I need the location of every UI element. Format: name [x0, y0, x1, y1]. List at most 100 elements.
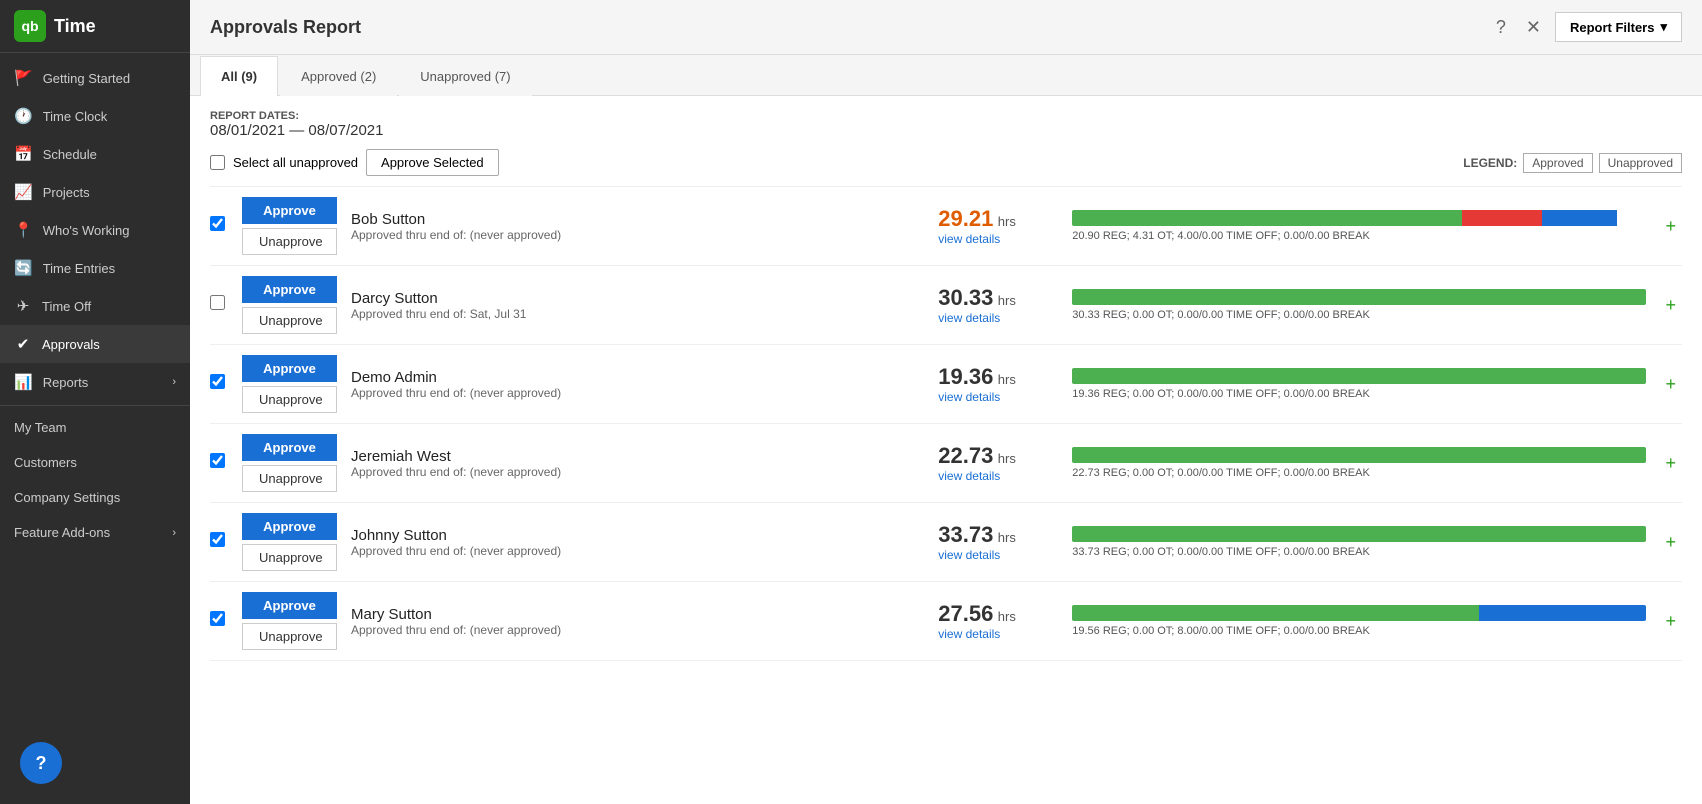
bar-chart-5 [1072, 605, 1645, 621]
select-all-label: Select all unapproved [233, 155, 358, 170]
tab-approved[interactable]: Approved (2) [280, 56, 397, 96]
unapprove-button-3[interactable]: Unapprove [242, 465, 337, 492]
expand-button-5[interactable]: + [1660, 611, 1683, 632]
unapprove-button-0[interactable]: Unapprove [242, 228, 337, 255]
expand-button-0[interactable]: + [1660, 216, 1683, 237]
employee-info-0: Bob Sutton Approved thru end of: (never … [351, 211, 924, 242]
employee-row: Approve Unapprove Darcy Sutton Approved … [210, 265, 1682, 344]
expand-button-3[interactable]: + [1660, 453, 1683, 474]
bar-chart-0 [1072, 210, 1645, 226]
view-details-link-4[interactable]: view details [938, 548, 1058, 562]
view-details-link-0[interactable]: view details [938, 232, 1058, 246]
approve-button-5[interactable]: Approve [242, 592, 337, 619]
approve-button-3[interactable]: Approve [242, 434, 337, 461]
employee-approved-thru-0: Approved thru end of: (never approved) [351, 228, 924, 242]
approve-button-2[interactable]: Approve [242, 355, 337, 382]
hours-unit-5: hrs [998, 609, 1016, 624]
expand-button-2[interactable]: + [1660, 374, 1683, 395]
bar-section-5: 19.56 REG; 0.00 OT; 8.00/0.00 TIME OFF; … [1072, 605, 1645, 637]
sidebar-label-time-clock: Time Clock [43, 109, 108, 124]
employee-name-1: Darcy Sutton [351, 290, 924, 307]
close-button[interactable]: ✕ [1520, 15, 1547, 40]
select-left: Select all unapproved Approve Selected [210, 149, 499, 176]
hours-section-2: 19.36 hrs view details [938, 364, 1058, 404]
sidebar-item-my-team[interactable]: My Team [0, 410, 190, 445]
tab-all[interactable]: All (9) [200, 56, 278, 96]
sidebar-item-whos-working[interactable]: 📍 Who's Working [0, 211, 190, 249]
view-details-link-1[interactable]: view details [938, 311, 1058, 325]
employee-name-3: Jeremiah West [351, 448, 924, 465]
expand-button-1[interactable]: + [1660, 295, 1683, 316]
app-logo[interactable]: qb Time [0, 0, 190, 53]
employee-row: Approve Unapprove Demo Admin Approved th… [210, 344, 1682, 423]
sidebar-item-company-settings[interactable]: Company Settings [0, 480, 190, 515]
select-bar: Select all unapproved Approve Selected L… [210, 149, 1682, 176]
sidebar-item-approvals[interactable]: ✔ Approvals [0, 325, 190, 363]
sidebar-item-time-off[interactable]: ✈ Time Off [0, 287, 190, 325]
view-details-link-3[interactable]: view details [938, 469, 1058, 483]
employee-row: Approve Unapprove Mary Sutton Approved t… [210, 581, 1682, 661]
employee-row: Approve Unapprove Jeremiah West Approved… [210, 423, 1682, 502]
sidebar-item-schedule[interactable]: 📅 Schedule [0, 135, 190, 173]
expand-button-4[interactable]: + [1660, 532, 1683, 553]
bar-detail-2: 19.36 REG; 0.00 OT; 0.00/0.00 TIME OFF; … [1072, 388, 1645, 400]
row-checkbox-5[interactable] [210, 611, 228, 631]
row-checkbox-2[interactable] [210, 374, 228, 394]
unapprove-button-1[interactable]: Unapprove [242, 307, 337, 334]
sidebar-item-time-clock[interactable]: 🕐 Time Clock [0, 97, 190, 135]
sidebar-item-customers[interactable]: Customers [0, 445, 190, 480]
sidebar-item-feature-addons[interactable]: Feature Add-ons › [0, 515, 190, 550]
help-button[interactable]: ? [20, 742, 62, 784]
checkbox-5[interactable] [210, 611, 225, 626]
hours-unit-0: hrs [998, 214, 1016, 229]
select-all-checkbox[interactable] [210, 155, 225, 170]
sidebar-item-projects[interactable]: 📈 Projects [0, 173, 190, 211]
hours-section-4: 33.73 hrs view details [938, 522, 1058, 562]
unapprove-button-4[interactable]: Unapprove [242, 544, 337, 571]
sidebar-item-time-entries[interactable]: 🔄 Time Entries [0, 249, 190, 287]
checkbox-0[interactable] [210, 216, 225, 231]
tab-unapproved[interactable]: Unapproved (7) [399, 56, 531, 96]
bar-chart-3 [1072, 447, 1645, 463]
hours-value-0: 29.21 [938, 206, 993, 231]
sidebar-label-reports: Reports [43, 375, 89, 390]
view-details-link-2[interactable]: view details [938, 390, 1058, 404]
employee-approved-thru-4: Approved thru end of: (never approved) [351, 544, 924, 558]
row-actions-5: Approve Unapprove [242, 592, 337, 650]
checkbox-2[interactable] [210, 374, 225, 389]
hours-section-5: 27.56 hrs view details [938, 601, 1058, 641]
checkbox-1[interactable] [210, 295, 225, 310]
hours-value-1: 30.33 [938, 285, 993, 310]
bar-section-2: 19.36 REG; 0.00 OT; 0.00/0.00 TIME OFF; … [1072, 368, 1645, 400]
employee-info-5: Mary Sutton Approved thru end of: (never… [351, 606, 924, 637]
approve-button-0[interactable]: Approve [242, 197, 337, 224]
employee-approved-thru-2: Approved thru end of: (never approved) [351, 386, 924, 400]
sidebar-item-getting-started[interactable]: 🚩 Getting Started [0, 59, 190, 97]
report-filters-button[interactable]: Report Filters ▾ [1555, 12, 1682, 42]
hours-section-1: 30.33 hrs view details [938, 285, 1058, 325]
bar-detail-5: 19.56 REG; 0.00 OT; 8.00/0.00 TIME OFF; … [1072, 625, 1645, 637]
approve-button-4[interactable]: Approve [242, 513, 337, 540]
view-details-link-5[interactable]: view details [938, 627, 1058, 641]
row-checkbox-0[interactable] [210, 216, 228, 236]
sidebar-item-reports[interactable]: 📊 Reports › [0, 363, 190, 401]
unapprove-button-2[interactable]: Unapprove [242, 386, 337, 413]
report-dates-value: 08/01/2021 — 08/07/2021 [210, 122, 1682, 139]
employee-name-2: Demo Admin [351, 369, 924, 386]
checkbox-4[interactable] [210, 532, 225, 547]
approve-selected-button[interactable]: Approve Selected [366, 149, 499, 176]
arrow-icon: › [172, 527, 176, 539]
employee-name-0: Bob Sutton [351, 211, 924, 228]
row-checkbox-1[interactable] [210, 295, 228, 315]
bar-section-1: 30.33 REG; 0.00 OT; 0.00/0.00 TIME OFF; … [1072, 289, 1645, 321]
row-checkbox-3[interactable] [210, 453, 228, 473]
help-icon-button[interactable]: ? [1490, 15, 1512, 40]
unapprove-button-5[interactable]: Unapprove [242, 623, 337, 650]
sidebar-label-customers: Customers [14, 455, 77, 470]
nav-divider [0, 405, 190, 406]
approve-button-1[interactable]: Approve [242, 276, 337, 303]
bar-section-3: 22.73 REG; 0.00 OT; 0.00/0.00 TIME OFF; … [1072, 447, 1645, 479]
row-checkbox-4[interactable] [210, 532, 228, 552]
sidebar-nav: 🚩 Getting Started 🕐 Time Clock 📅 Schedul… [0, 53, 190, 804]
checkbox-3[interactable] [210, 453, 225, 468]
